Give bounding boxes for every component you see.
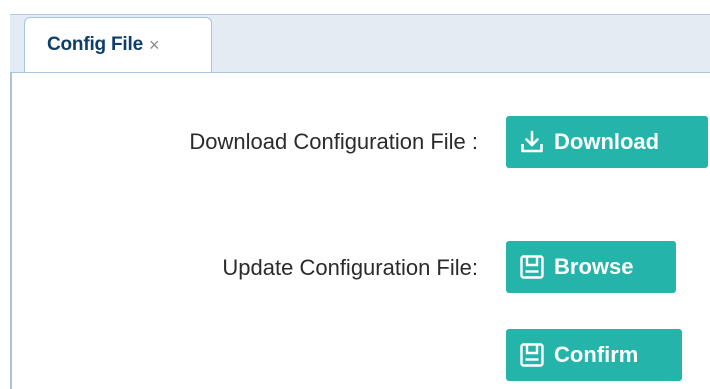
update-config-label: Update Configuration File: [222,255,478,280]
save-icon [518,253,546,281]
download-button[interactable]: Download [506,116,708,168]
download-icon [518,128,546,156]
panel-border [10,72,12,389]
browse-button-label: Browse [554,254,634,279]
confirm-button-label: Confirm [554,342,639,367]
confirm-button[interactable]: Confirm [506,329,682,381]
tab-config-file[interactable]: Config File × [24,17,212,72]
tab-label: Config File [47,34,143,55]
close-icon[interactable]: × [149,35,160,56]
download-config-label: Download Configuration File : [189,129,478,154]
download-button-label: Download [554,129,660,154]
browse-button[interactable]: Browse [506,241,676,293]
save-icon [518,341,546,369]
config-file-window: Config File × Download Configuration Fil… [0,0,710,389]
